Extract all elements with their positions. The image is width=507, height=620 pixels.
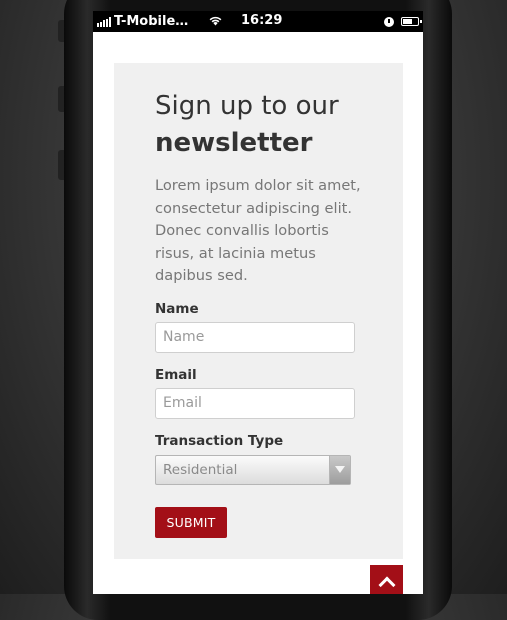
phone-screen: T-Mobile… 16:29 Sign up to our newslette…: [93, 11, 423, 594]
transaction-type-select[interactable]: Residential: [155, 454, 351, 485]
transaction-type-value: Residential: [163, 461, 238, 478]
newsletter-title-line1: Sign up to our: [155, 91, 339, 121]
transaction-type-label: Transaction Type: [155, 432, 284, 449]
clock-icon: [384, 16, 394, 27]
chevron-down-icon[interactable]: [329, 455, 350, 484]
chevron-up-icon[interactable]: [370, 565, 403, 594]
name-label: Name: [155, 300, 199, 317]
carrier-name: T-Mobile…: [114, 14, 189, 29]
email-label: Email: [155, 366, 197, 383]
newsletter-title-line2: newsletter: [155, 128, 313, 158]
newsletter-description: Lorem ipsum dolor sit amet, consectetur …: [155, 177, 361, 284]
wifi-icon: [208, 15, 223, 29]
status-bar: T-Mobile… 16:29: [93, 11, 423, 32]
email-input[interactable]: [155, 387, 355, 419]
battery-icon: [401, 17, 422, 26]
name-input[interactable]: [155, 321, 355, 353]
signal-icon: [97, 16, 111, 27]
newsletter-card: Sign up to our newsletter Lorem ipsum do…: [114, 63, 403, 559]
status-time: 16:29: [241, 13, 283, 28]
submit-button[interactable]: SUBMIT: [155, 506, 227, 538]
